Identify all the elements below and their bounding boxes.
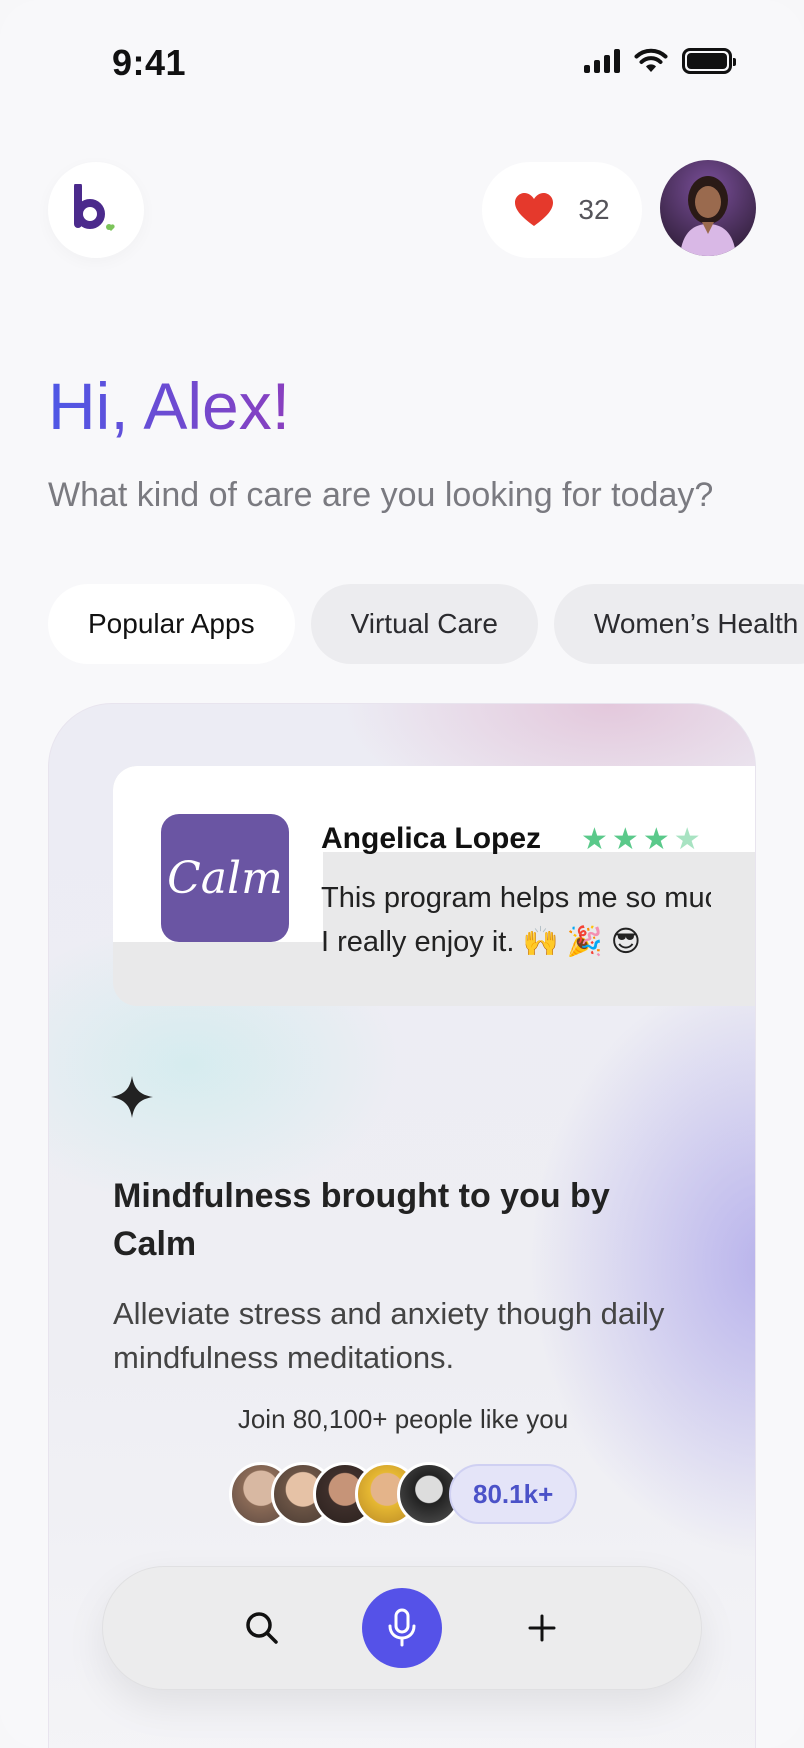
review-text: This program helps me so much. I really … [321,876,711,964]
cellular-signal-icon [584,49,620,73]
people-count-badge: 80.1k+ [449,1464,578,1524]
plus-icon [528,1614,556,1642]
star-icon: ★ [581,823,608,856]
wifi-icon [634,48,668,72]
review-line-1: This program helps me so much. [321,882,711,914]
user-avatar[interactable] [660,160,756,256]
user-avatar-icon [680,176,736,256]
status-bar: 9:41 [0,0,804,130]
review-line-2: I really enjoy it. 🙌 🎉 😎 [321,926,642,958]
calm-app-logo: Calm [161,814,289,942]
add-button[interactable] [502,1588,582,1668]
star-rating: ★ ★ ★ ★ [581,822,701,857]
search-button[interactable] [222,1588,302,1668]
voice-button[interactable] [362,1588,442,1668]
chip-virtual-care[interactable]: Virtual Care [310,584,538,664]
likes-count: 32 [578,194,610,225]
microphone-icon [388,1608,416,1647]
sparkle-icon [111,1076,153,1118]
chip-womens-health[interactable]: Women’s Health [553,584,804,664]
app-logo-button[interactable] [48,162,144,258]
search-icon [246,1612,278,1644]
chip-popular-apps[interactable]: Popular Apps [48,584,295,664]
card-title: Mindfulness brought to you by Calm [113,1177,610,1263]
brand-logo-icon [74,184,115,231]
greeting-subtitle: What kind of care are you looking for to… [48,476,714,514]
likes-button[interactable]: 32 [482,162,642,258]
status-icons [584,48,736,74]
status-time: 9:41 [112,42,187,83]
half-star-icon: ★ [673,823,701,856]
review-card[interactable]: Calm Angelica Lopez ★ ★ ★ ★ This program… [113,766,755,1006]
card-description: Alleviate stress and anxiety though dail… [113,1296,665,1375]
heart-icon [515,193,554,226]
bottom-action-bar [102,1566,702,1690]
category-chips: Popular Apps Virtual Care Women’s Health [48,584,804,664]
greeting-title: Hi, Alex! [48,369,291,443]
battery-icon [682,48,736,74]
people-avatars: 80.1k+ [229,1462,578,1526]
reviewer-name: Angelica Lopez [321,822,542,855]
join-text: Join 80,100+ people like you [237,1404,569,1434]
phone-screen: 9:41 32 Hi, Alex! What kind of care are … [0,0,804,1748]
star-icon: ★ [642,823,670,856]
star-icon: ★ [611,823,639,856]
